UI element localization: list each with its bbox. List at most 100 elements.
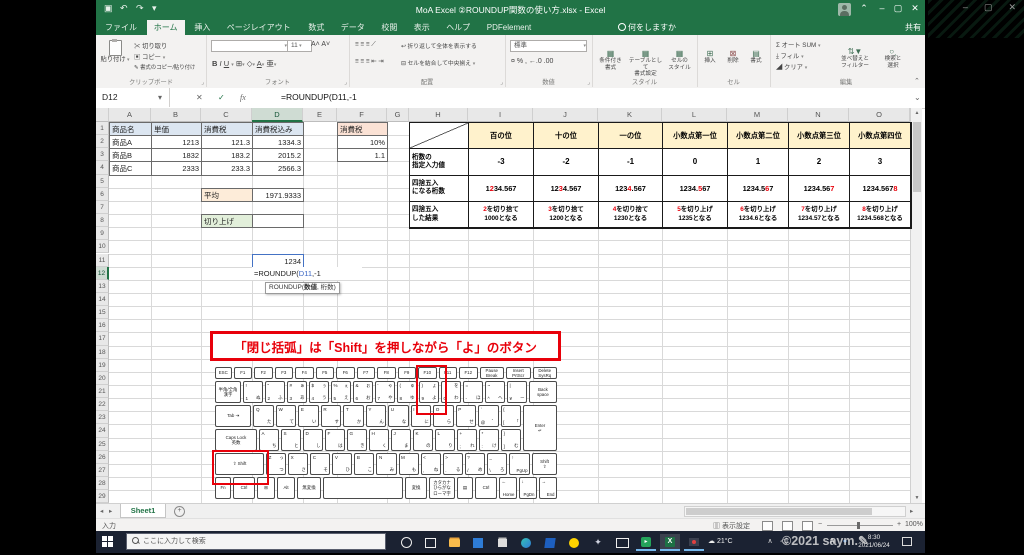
row-header-12[interactable]: 12	[96, 266, 109, 280]
cell-d11[interactable]: 1234	[252, 253, 304, 268]
taskbar-app-app-dark[interactable]: ✦	[588, 534, 608, 551]
page-layout-view-icon[interactable]	[782, 521, 793, 531]
taskbar-app-pdfelement[interactable]: ▸	[636, 534, 656, 551]
row-header-6[interactable]: 6	[96, 187, 109, 201]
autosum-button[interactable]: Σ オート SUM ▾	[776, 40, 821, 49]
number-format-buttons[interactable]: ¤ % , ←.0 .00	[511, 58, 553, 65]
header-消費税[interactable]: 消費税	[201, 122, 253, 137]
delete-cells-button[interactable]: ⊠ 削除	[722, 49, 744, 65]
tab-ホーム[interactable]: ホーム	[146, 20, 185, 35]
cell-d12-editing[interactable]: =ROUNDUP(D11,-1	[252, 266, 362, 280]
row-header-21[interactable]: 21	[96, 385, 109, 399]
row-header-24[interactable]: 24	[96, 424, 109, 438]
weather-widget[interactable]: ☁ 21°C	[708, 531, 733, 553]
row-header-25[interactable]: 25	[96, 437, 109, 451]
column-header-C[interactable]: C	[201, 108, 252, 122]
column-header-B[interactable]: B	[151, 108, 201, 122]
taskbar-app-task-view[interactable]	[420, 534, 440, 551]
alignment-dialog-launcher[interactable]: ⌟	[500, 79, 503, 86]
column-header-E[interactable]: E	[303, 108, 337, 122]
product-name[interactable]: 商品A	[109, 135, 152, 150]
bold-italic-underline-buttons[interactable]: B I U ▾ ⊞▾ ◇▾ A▾ 亜▾	[212, 58, 276, 69]
column-header-K[interactable]: K	[598, 108, 662, 122]
row-header-1[interactable]: 1	[96, 122, 109, 136]
tab-PDFelement[interactable]: PDFelement	[480, 20, 538, 35]
frame-close-button[interactable]: ✕	[1008, 2, 1016, 12]
tab-ヘルプ[interactable]: ヘルプ	[439, 20, 477, 35]
number-dialog-launcher[interactable]: ⌟	[587, 79, 590, 86]
column-header-G[interactable]: G	[387, 108, 409, 122]
insert-function-icon[interactable]: fx	[240, 88, 246, 107]
roundup-result[interactable]	[252, 214, 304, 229]
column-header-J[interactable]: J	[533, 108, 598, 122]
product-price[interactable]: 2333	[151, 161, 202, 176]
zoom-slider[interactable]	[827, 522, 893, 529]
page-break-view-icon[interactable]	[802, 521, 813, 531]
row-header-4[interactable]: 4	[96, 161, 109, 175]
row-header-13[interactable]: 13	[96, 279, 109, 293]
taskbar-app-excel[interactable]: X	[660, 534, 680, 551]
align-horizontal-buttons[interactable]: ≡ ≡ ≡ ⇤ ⇥	[355, 58, 384, 65]
roundup-label[interactable]: 切り上げ	[201, 214, 253, 229]
taskbar-search-input[interactable]: ここに入力して検索	[126, 533, 386, 550]
tab-ページレイアウト[interactable]: ページレイアウト	[220, 20, 298, 35]
restore-button[interactable]: ▢	[890, 3, 906, 14]
tax-rate[interactable]: 10%	[337, 135, 388, 150]
row-header-28[interactable]: 28	[96, 477, 109, 491]
cancel-icon[interactable]: ✕	[196, 88, 203, 107]
tray-chevron-icon[interactable]: ∧	[764, 531, 776, 553]
merge-center-button[interactable]: ⊟ セルを結合して中央揃え ▾	[401, 58, 475, 67]
row-header-20[interactable]: 20	[96, 371, 109, 385]
product-price[interactable]: 1832	[151, 148, 202, 163]
new-sheet-button[interactable]: +	[174, 506, 185, 517]
tab-校閲[interactable]: 校閲	[374, 20, 404, 35]
horizontal-scrollbar[interactable]	[684, 506, 906, 517]
product-total[interactable]: 2015.2	[252, 148, 304, 163]
taskbar-app-app-blue[interactable]	[540, 534, 560, 551]
row-header-7[interactable]: 7	[96, 200, 109, 215]
format-cells-button[interactable]: ▤ 書式	[745, 49, 767, 65]
collapse-ribbon-icon[interactable]: ⌃	[914, 77, 920, 85]
sheet-tab-sheet1[interactable]: Sheet1	[120, 504, 166, 518]
ribbon-options-icon[interactable]: ⌃	[856, 3, 872, 14]
format-as-table-button[interactable]: ▦ テーブルとして 書式設定	[628, 49, 663, 78]
grow-shrink-font-buttons[interactable]: A˄ A˅	[311, 41, 330, 48]
column-header-I[interactable]: I	[468, 108, 533, 122]
tab-データ[interactable]: データ	[334, 20, 372, 35]
fill-button[interactable]: ⤓ フィル ▾	[776, 51, 804, 61]
taskbar-app-app-yellow[interactable]	[564, 534, 584, 551]
format-painter-button[interactable]: ✎ 書式のコピー/貼り付け	[134, 63, 195, 71]
tax-multiplier[interactable]: 1.1	[337, 148, 388, 163]
row-header-22[interactable]: 22	[96, 398, 109, 412]
number-format-select[interactable]: 標準 ▾	[510, 40, 587, 52]
header-商品名[interactable]: 商品名	[109, 122, 152, 137]
row-header-8[interactable]: 8	[96, 214, 109, 228]
product-price[interactable]: 1213	[151, 135, 202, 150]
font-size-select[interactable]: 11 ▾	[287, 40, 312, 52]
average-label[interactable]: 平均	[201, 187, 253, 202]
column-header-L[interactable]: L	[662, 108, 727, 122]
row-header-23[interactable]: 23	[96, 411, 109, 425]
zoom-level[interactable]: 100%	[905, 521, 923, 528]
row-header-17[interactable]: 17	[96, 332, 109, 346]
row-header-29[interactable]: 29	[96, 490, 109, 504]
product-total[interactable]: 2566.3	[252, 161, 304, 176]
font-dialog-launcher[interactable]: ⌟	[344, 79, 347, 86]
column-header-A[interactable]: A	[109, 108, 151, 122]
row-header-14[interactable]: 14	[96, 292, 109, 307]
column-header-M[interactable]: M	[727, 108, 788, 122]
formula-bar-expand-icon[interactable]: ⌄	[914, 88, 921, 107]
prev-sheet-icon[interactable]: ◂	[100, 507, 103, 515]
name-box-dropdown-icon[interactable]: ▾	[158, 88, 162, 107]
frame-window-controls[interactable]: – ▢ ✕	[947, 2, 1016, 13]
cell-styles-button[interactable]: ▦ セルの スタイル	[664, 49, 695, 71]
find-select-button[interactable]: ○‸ 検索と 選択	[876, 47, 910, 69]
font-name-select[interactable]: ▾	[211, 40, 288, 52]
row-header-18[interactable]: 18	[96, 345, 109, 359]
cut-button[interactable]: ✂ 切り取り	[134, 41, 167, 50]
copy-button[interactable]: ▣ コピー ▾	[134, 52, 165, 61]
product-tax[interactable]: 183.2	[201, 148, 253, 163]
avatar[interactable]	[838, 3, 851, 16]
hscroll-right-icon[interactable]: ▸	[910, 507, 913, 515]
row-header-3[interactable]: 3	[96, 148, 109, 162]
